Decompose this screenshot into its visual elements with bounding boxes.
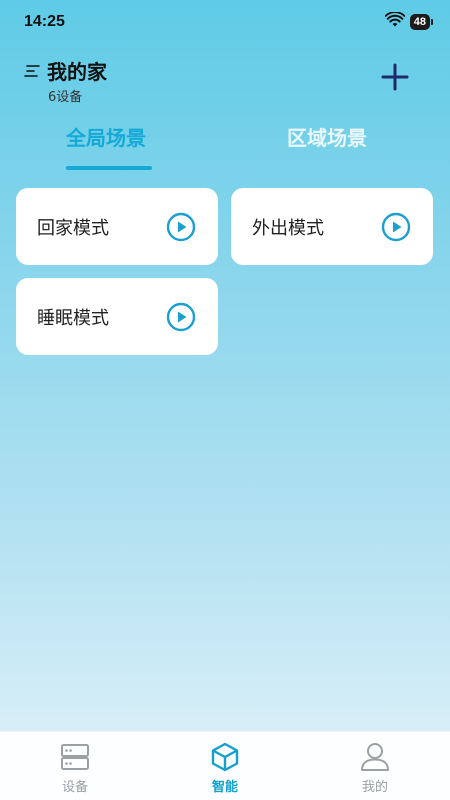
scene-card-home[interactable]: 回家模式 (16, 188, 218, 265)
nav-label: 设备 (61, 780, 88, 795)
status-time: 14:25 (24, 13, 65, 30)
user-icon (361, 743, 389, 771)
home-switcher[interactable]: 我的家 (24, 56, 107, 85)
play-icon[interactable] (166, 302, 196, 332)
tab-region-scenes[interactable]: 区域场景 (287, 122, 367, 151)
header: 我的家 6设备 (24, 56, 424, 106)
nav-label: 智能 (211, 780, 238, 795)
status-bar: 14:25 48 (0, 0, 450, 44)
home-name: 我的家 (47, 60, 107, 84)
active-tab-indicator (66, 166, 152, 170)
tab-global-scenes[interactable]: 全局场景 (66, 122, 146, 151)
bottom-nav: 设备 智能 我的 (0, 731, 450, 800)
status-icons: 48 (384, 11, 434, 32)
play-icon[interactable] (166, 212, 196, 242)
cube-icon (211, 742, 239, 772)
menu-lines-icon (24, 62, 42, 80)
device-icon (61, 744, 89, 770)
plus-icon (381, 63, 409, 91)
scene-card-away[interactable]: 外出模式 (231, 188, 433, 265)
scene-tabs: 全局场景 区域场景 (0, 122, 450, 172)
play-icon[interactable] (381, 212, 411, 242)
scene-label: 外出模式 (252, 217, 324, 239)
device-count: 6设备 (48, 90, 83, 105)
wifi-icon (384, 11, 406, 32)
scene-label: 睡眠模式 (37, 307, 109, 329)
scene-label: 回家模式 (37, 217, 109, 239)
scene-card-sleep[interactable]: 睡眠模式 (16, 278, 218, 355)
add-scene-button[interactable] (380, 62, 410, 92)
battery-indicator: 48 (409, 14, 434, 30)
nav-item-smart[interactable]: 智能 (165, 732, 285, 795)
nav-item-devices[interactable]: 设备 (15, 732, 135, 795)
nav-label: 我的 (361, 780, 388, 795)
nav-item-mine[interactable]: 我的 (315, 732, 435, 795)
